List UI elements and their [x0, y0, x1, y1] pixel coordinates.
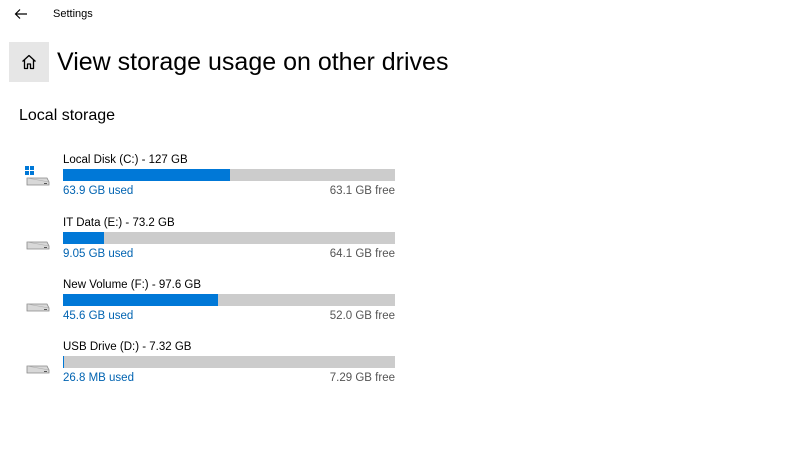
drive-item-d[interactable]: USB Drive (D:) - 7.32 GB 26.8 MB used 7.…: [0, 340, 420, 396]
usage-bar-fill: [63, 169, 230, 181]
used-label: 63.9 GB used: [63, 185, 134, 197]
usage-bar: [63, 232, 395, 244]
back-button[interactable]: [10, 4, 32, 24]
used-label: 45.6 GB used: [63, 310, 134, 322]
drive-item-f[interactable]: New Volume (F:) - 97.6 GB 45.6 GB used 5…: [0, 278, 420, 334]
page-title: View storage usage on other drives: [57, 48, 449, 76]
drive-icon: [26, 241, 50, 250]
drive-name: New Volume (F:) - 97.6 GB: [63, 279, 202, 291]
used-label: 9.05 GB used: [63, 248, 134, 260]
free-label: 63.1 GB free: [329, 185, 395, 197]
arrow-left-icon: [14, 9, 27, 19]
windows-drive-icon: [25, 166, 50, 186]
home-icon: [22, 54, 36, 70]
drive-name: USB Drive (D:) - 7.32 GB: [63, 341, 192, 353]
window-title: Settings: [53, 8, 93, 20]
drive-item-c[interactable]: Local Disk (C:) - 127 GB 63.9 GB used 63…: [0, 153, 420, 209]
used-label: 26.8 MB used: [63, 372, 134, 384]
usage-bar: [63, 169, 395, 181]
drive-name: Local Disk (C:) - 127 GB: [63, 154, 188, 166]
free-label: 64.1 GB free: [329, 248, 395, 260]
section-title: Local storage: [19, 107, 116, 124]
usage-bar: [63, 294, 395, 306]
usage-bar-fill: [63, 232, 105, 244]
usage-bar-fill: [63, 356, 65, 368]
drive-icon: [26, 365, 50, 374]
title-bar: Settings: [0, 0, 800, 30]
usage-bar: [63, 356, 395, 368]
free-label: 7.29 GB free: [329, 372, 395, 384]
home-button[interactable]: [9, 42, 49, 82]
drive-name: IT Data (E:) - 73.2 GB: [63, 217, 175, 229]
drive-icon: [26, 303, 50, 312]
free-label: 52.0 GB free: [329, 310, 395, 322]
drive-item-e[interactable]: IT Data (E:) - 73.2 GB 9.05 GB used 64.1…: [0, 216, 420, 272]
usage-bar-fill: [63, 294, 219, 306]
